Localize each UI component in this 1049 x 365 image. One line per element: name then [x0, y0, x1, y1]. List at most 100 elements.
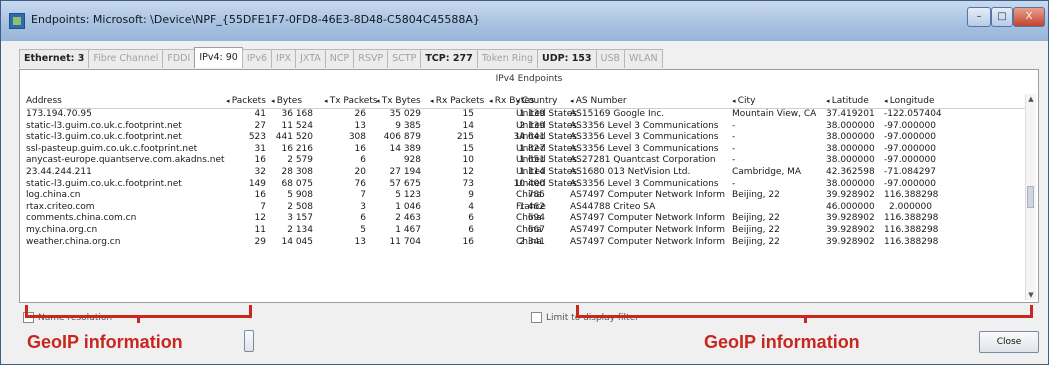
column-label: Address: [26, 96, 62, 106]
cell-country: United States: [516, 120, 577, 131]
table-row[interactable]: static-l3.guim.co.uk.c.footprint.net 523 4…: [26, 132, 1036, 144]
tab-fibre-channel[interactable]: Fibre Channel: [88, 49, 164, 68]
tab-ipx[interactable]: IPX: [271, 49, 297, 68]
table-row[interactable]: 173.194.70.95 41 36 168 26 35 029 15 1 139 Unit…: [26, 109, 1036, 121]
cell-address: log.china.cn: [26, 190, 81, 201]
cell-bytes: 36 168: [281, 109, 314, 119]
column-label: Packets: [231, 96, 266, 106]
limit-filter-checkbox[interactable]: [531, 312, 542, 323]
close-button[interactable]: Close: [979, 331, 1039, 353]
tab-rsvp[interactable]: RSVP: [353, 49, 389, 68]
table-row[interactable]: static-l3.guim.co.uk.c.footprint.net 27 11…: [26, 121, 1036, 133]
column-header-tx-bytes[interactable]: ◂ Tx Bytes: [376, 96, 421, 106]
tab-ncp[interactable]: NCP: [324, 49, 355, 68]
cell-address: my.china.org.cn: [26, 224, 98, 235]
cell-bytes: 28 308: [281, 166, 314, 177]
column-header-rx-packets[interactable]: ◂ Rx Packets: [430, 96, 484, 106]
column-header-tx-packets[interactable]: ◂ Tx Packets: [324, 96, 378, 106]
cell-as-number: AS7497 Computer Network Inform: [570, 224, 726, 235]
cell-tx-packets: 6: [360, 213, 366, 224]
close-window-button[interactable]: X: [1013, 7, 1045, 27]
column-header-city[interactable]: ◂ City: [732, 96, 755, 106]
column-header-packets[interactable]: ◂ Packets: [226, 96, 266, 106]
column-label: Bytes: [276, 96, 303, 106]
panel-title: IPv4 Endpoints: [495, 74, 563, 84]
cell-longitude: 116.388298: [884, 236, 939, 247]
cell-as-number: AS1680 013 NetVision Ltd.: [570, 166, 691, 177]
tab-ipv6[interactable]: IPv6: [241, 49, 273, 68]
cell-address: static-l3.guim.co.uk.c.footprint.net: [26, 132, 182, 143]
cell-packets: 7: [260, 201, 266, 212]
hidden-button-edge[interactable]: [244, 330, 254, 352]
column-header-longitude[interactable]: ◂ Longitude: [884, 96, 935, 106]
scroll-down-icon[interactable]: ▼: [1027, 291, 1035, 299]
table-row[interactable]: log.china.cn 16 5 908 7 5 123 9 785 China AS7497…: [26, 190, 1036, 202]
cell-tx-packets: 16: [354, 143, 366, 154]
cell-tx-packets: 308: [348, 132, 366, 143]
cell-longitude: -71.084297: [884, 166, 936, 177]
table-row[interactable]: rtax.criteo.com 7 2 508 3 1 046 4 1 462 France A…: [26, 202, 1036, 214]
tab-udp[interactable]: UDP: 153: [537, 49, 597, 68]
scrollbar-thumb[interactable]: [1027, 186, 1034, 208]
cell-bytes: 5 908: [287, 190, 313, 201]
cell-bytes: 2 134: [287, 224, 313, 235]
cell-packets: 16: [254, 190, 266, 201]
title-bar[interactable]: Endpoints: Microsoft: \Device\NPF_{55DFE…: [1, 1, 1048, 41]
tab-sctp[interactable]: SCTP: [387, 49, 422, 68]
cell-city: -: [732, 132, 736, 143]
minimize-button[interactable]: –: [967, 7, 991, 27]
table-row[interactable]: comments.china.com.cn 12 3 157 6 2 463 6 694 Ch…: [26, 213, 1036, 225]
cell-as-number: AS7497 Computer Network Inform: [570, 190, 726, 201]
tab-jxta[interactable]: JXTA: [295, 49, 326, 68]
tab-wlan[interactable]: WLAN: [624, 49, 663, 68]
maximize-button[interactable]: □: [991, 7, 1013, 27]
column-label: Country: [521, 96, 558, 106]
column-header-country[interactable]: ◂ Country: [516, 96, 558, 106]
column-header-bytes[interactable]: ◂ Bytes: [271, 96, 302, 106]
tab-usb[interactable]: USB: [595, 49, 626, 68]
cell-longitude: -97.000000: [884, 132, 936, 143]
table-row[interactable]: anycast-europe.quantserve.com.akadns.net…: [26, 155, 1036, 167]
tab-tcp[interactable]: TCP: 277: [420, 49, 478, 68]
cell-longitude: -97.000000: [884, 155, 936, 166]
cell-rx-packets: 6: [468, 213, 474, 224]
cell-longitude: -97.000000: [884, 178, 936, 189]
column-label: City: [737, 96, 756, 106]
table-row[interactable]: static-l3.guim.co.uk.c.footprint.net 149 6…: [26, 179, 1036, 191]
tab-fddi[interactable]: FDDI: [162, 49, 196, 68]
tab-token-ring[interactable]: Token Ring: [476, 49, 539, 68]
column-header-as-number[interactable]: ◂ AS Number: [570, 96, 627, 106]
table-row[interactable]: weather.china.org.cn 29 14 045 13 11 704 16 2 …: [26, 237, 1036, 249]
tab-ipv4[interactable]: IPv4: 90: [194, 47, 243, 68]
vertical-scrollbar[interactable]: ▲ ▼: [1025, 94, 1036, 300]
cell-country: United States: [516, 155, 577, 166]
table-row[interactable]: ssl-pasteup.guim.co.uk.c.footprint.net 31…: [26, 144, 1036, 156]
cell-latitude: 46.000000: [826, 201, 875, 212]
cell-tx-bytes: 928: [403, 155, 421, 166]
cell-tx-packets: 6: [360, 155, 366, 166]
cell-longitude: 2.000000: [889, 201, 932, 212]
cell-tx-bytes: 35 029: [389, 109, 422, 119]
scroll-up-icon[interactable]: ▲: [1027, 95, 1035, 103]
cell-latitude: 37.419201: [826, 109, 875, 119]
cell-packets: 16: [254, 155, 266, 166]
geoip-bracket-left-tick: [137, 317, 140, 323]
cell-as-number: AS3356 Level 3 Communications: [570, 132, 719, 143]
table-row[interactable]: 23.44.244.211 32 28 308 20 27 194 12 1 114 Unit…: [26, 167, 1036, 179]
tab-ethernet[interactable]: Ethernet: 3: [19, 49, 90, 68]
cell-tx-bytes: 1 467: [395, 224, 421, 235]
cell-packets: 32: [254, 166, 266, 177]
cell-tx-bytes: 5 123: [395, 190, 421, 201]
cell-packets: 27: [254, 120, 266, 131]
cell-tx-bytes: 2 463: [395, 213, 421, 224]
cell-latitude: 38.000000: [826, 155, 875, 166]
cell-tx-bytes: 57 675: [389, 178, 422, 189]
cell-as-number: AS15169 Google Inc.: [570, 109, 665, 119]
cell-city: Cambridge, MA: [732, 166, 802, 177]
cell-as-number: AS3356 Level 3 Communications: [570, 178, 719, 189]
column-header-latitude[interactable]: ◂ Latitude: [826, 96, 869, 106]
cell-bytes: 3 157: [287, 213, 313, 224]
cell-country: France: [516, 201, 546, 212]
column-header-address[interactable]: Address: [26, 96, 62, 106]
table-row[interactable]: my.china.org.cn 11 2 134 5 1 467 6 667 China AS7…: [26, 225, 1036, 237]
